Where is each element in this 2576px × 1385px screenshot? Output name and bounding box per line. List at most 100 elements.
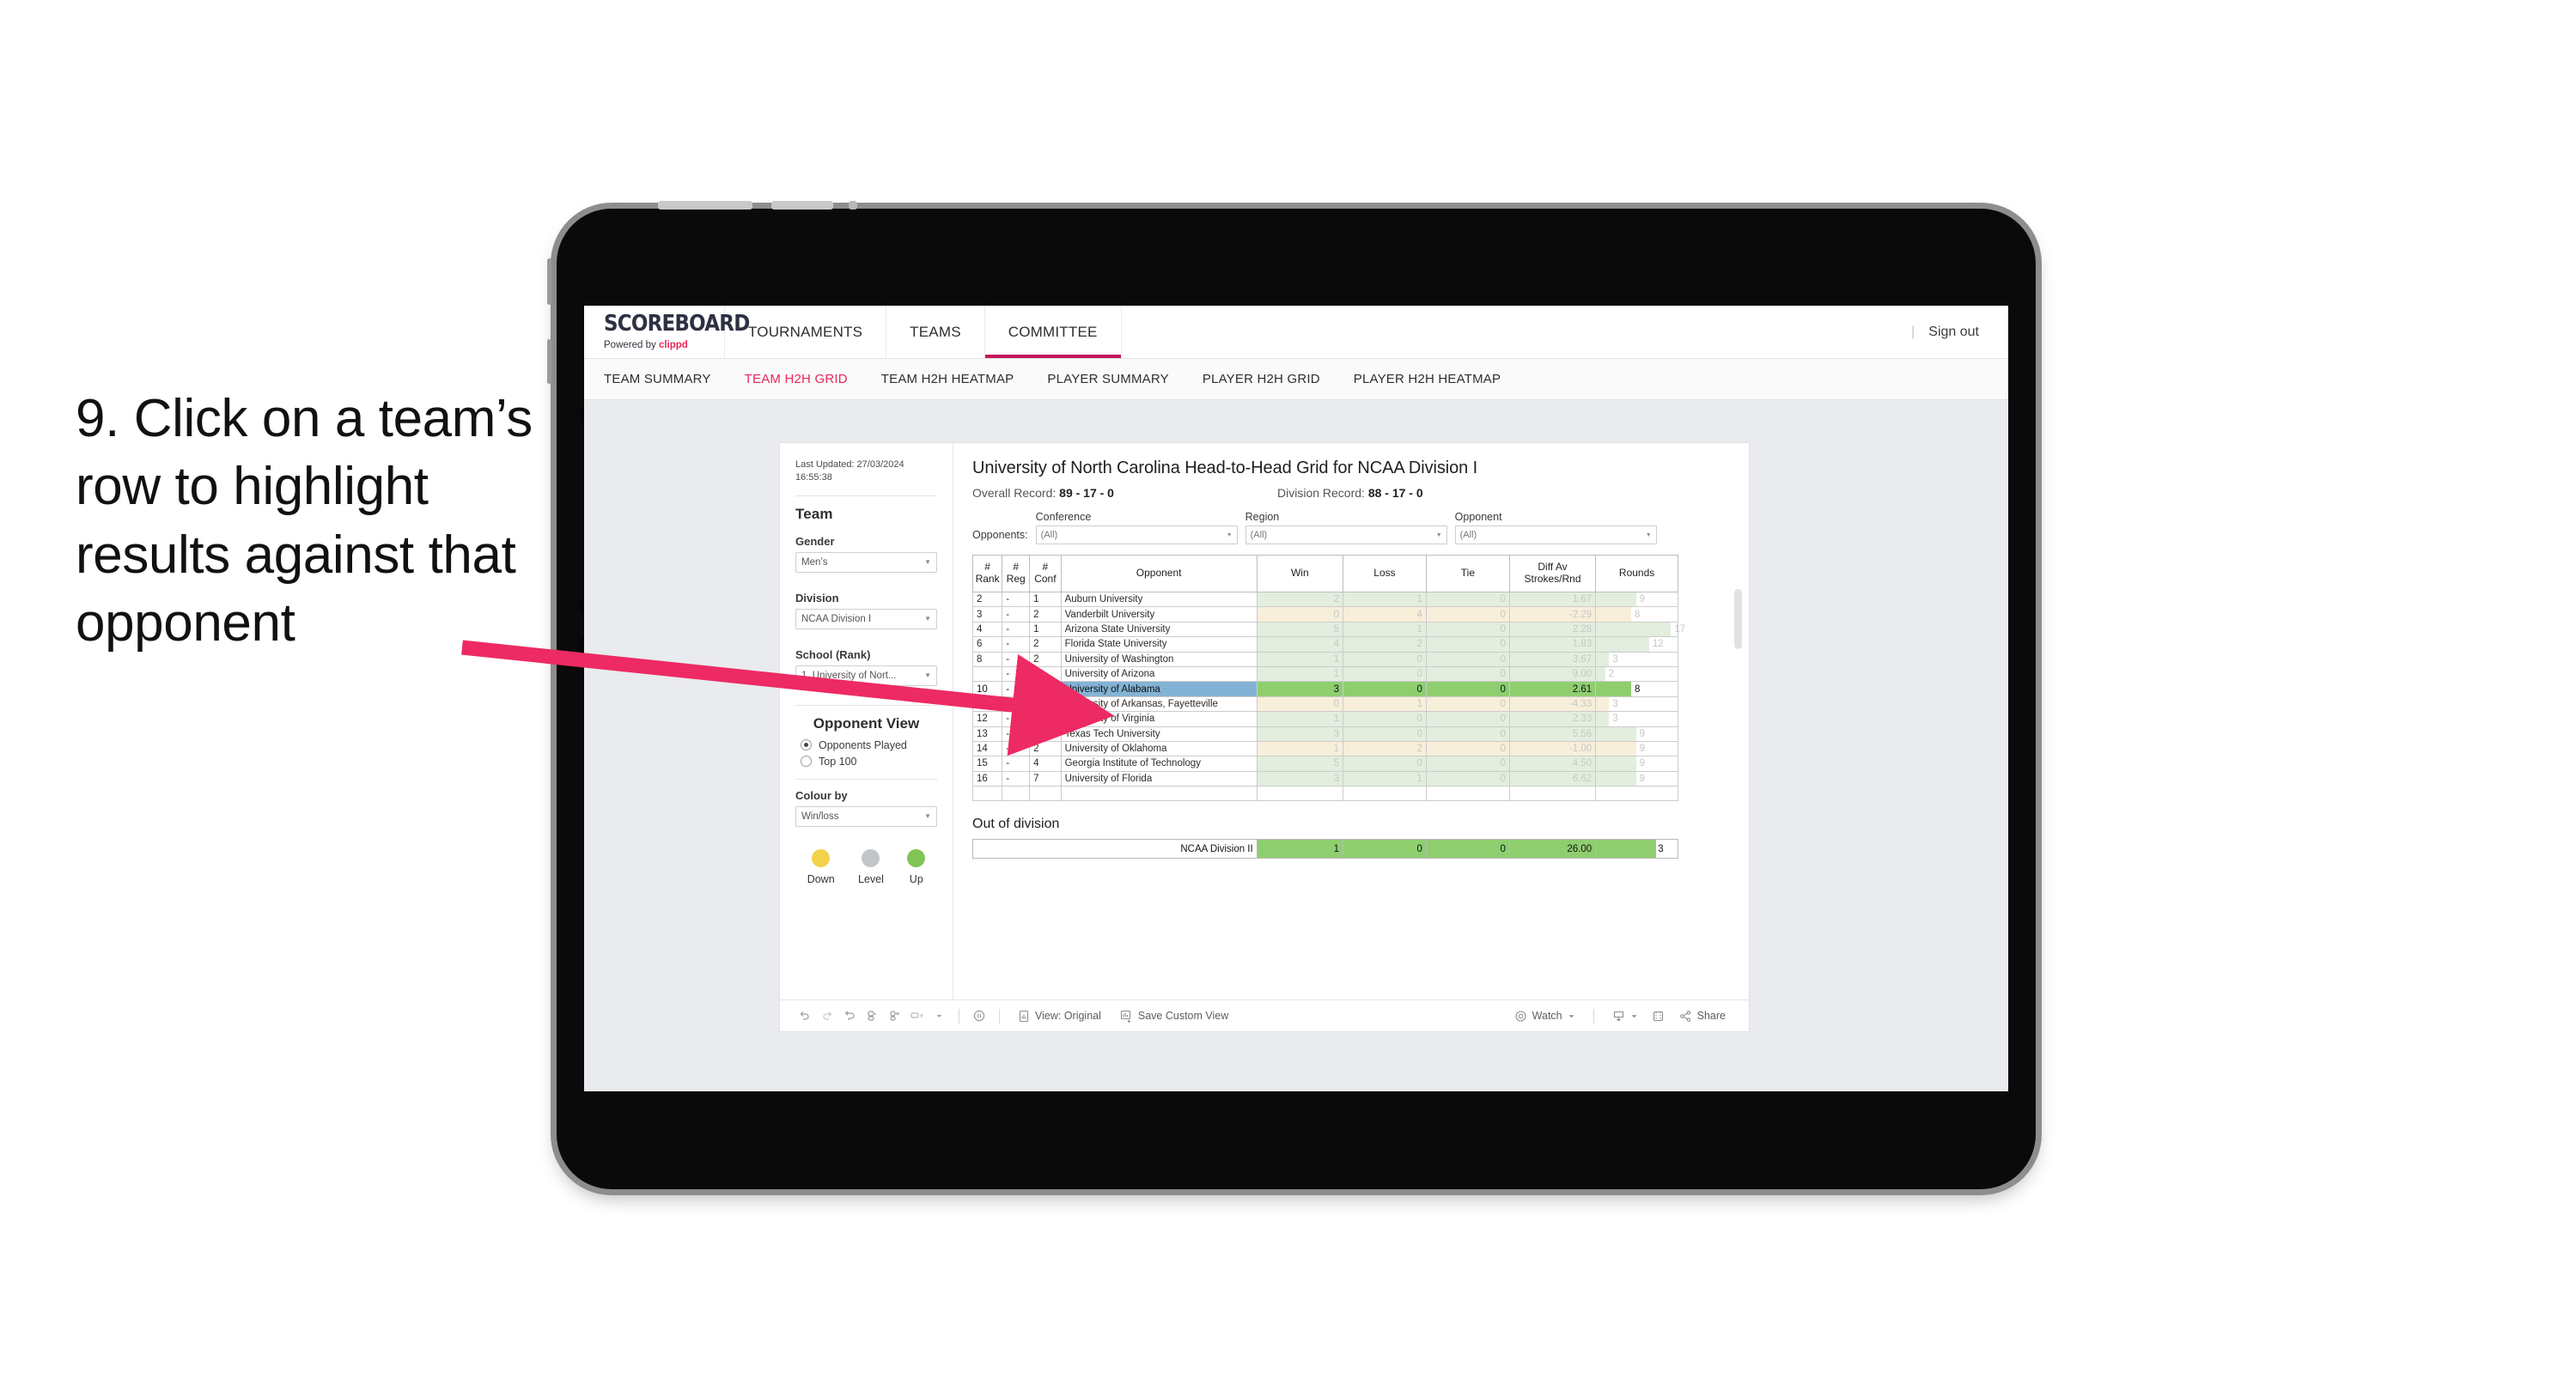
conference-select[interactable]: (All) ▼ [1035,525,1238,544]
watch-label: Watch [1532,1010,1562,1022]
share-icon [1679,1010,1690,1022]
table-row[interactable]: 2-1 Auburn University 2 1 0 1.67 9 [971,591,1678,608]
cell-win: 4 [1256,636,1344,653]
col-rank-header: # Rank [971,555,1003,592]
rounds-value: 12 [1652,639,1664,650]
opponent-select[interactable]: (All) ▼ [1454,525,1657,544]
table-row[interactable]: 11-6 University of Arkansas, Fayetteville… [971,696,1678,713]
cell-loss: 0 [1343,665,1427,683]
pause-playback-icon[interactable] [968,1005,990,1027]
table-row[interactable]: 6-2 Florida State University 4 2 0 1.83 12 [971,636,1678,653]
cell-reg: - [1002,606,1031,623]
revert-icon[interactable] [838,1005,861,1027]
volume-down-button[interactable] [547,339,551,384]
legend-swatch-up [907,848,926,867]
nav-tournaments[interactable]: TOURNAMENTS [725,306,887,358]
tab-team-h2h-heatmap[interactable]: TEAM H2H HEATMAP [881,372,1037,386]
cell-win: 5 [1256,756,1344,772]
cell-loss: 1 [1343,770,1427,787]
cell-rounds: 9 [1595,740,1678,757]
tab-player-h2h-heatmap[interactable]: PLAYER H2H HEATMAP [1354,372,1523,386]
cell-tie: 0 [1425,696,1510,713]
sign-out-link[interactable]: Sign out [1928,325,1979,340]
cell-diff: 3.67 [1508,651,1597,667]
tab-player-h2h-grid[interactable]: PLAYER H2H GRID [1203,372,1343,386]
empty-cell [971,786,1003,802]
filter-panel: Last Updated: 27/03/2024 16:55:38 Team G… [780,443,953,999]
table-row[interactable]: 10-5 University of Alabama 3 0 0 2.61 8 [971,681,1678,697]
table-row[interactable]: NCAA Division II 1 0 0 26.00 3 [972,839,1678,860]
pause-icon[interactable] [883,1005,905,1027]
fullscreen-icon[interactable] [1647,1005,1670,1027]
brand-logo[interactable]: SCOREBOARD Powered by clippd [584,306,750,358]
refresh-icon[interactable] [861,1005,883,1027]
chevron-down-icon: ▼ [924,812,931,821]
redo-icon[interactable] [816,1005,838,1027]
rounds-bar [1596,607,1631,622]
view-original-button[interactable]: View: Original [1008,1010,1111,1023]
cell-opponent: University of Washington [1060,651,1258,667]
cell-win: 1 [1256,711,1344,727]
cell-diff: 1.83 [1508,636,1597,653]
cell-win: 0 [1256,696,1344,713]
volume-up-button[interactable] [547,258,551,305]
tab-team-summary[interactable]: TEAM SUMMARY [604,372,734,386]
table-row[interactable]: 13-1 Texas Tech University 3 0 0 5.56 9 [971,726,1678,742]
cell-rounds: 9 [1595,770,1678,787]
ood-win: 1 [1256,839,1344,860]
h2h-table: # Rank # Reg # Conf Opponent Win Loss Tie D… [971,555,1685,802]
region-select[interactable]: (All) ▼ [1245,525,1447,544]
table-row[interactable]: -3 University of Arizona 1 0 0 9.00 2 [971,665,1678,683]
division-select[interactable]: NCAA Division I ▼ [795,608,937,629]
rounds-bar [1596,712,1610,726]
brand-name: SCOREBOARD [604,310,750,336]
chevron-down-icon [1631,1014,1637,1017]
cell-conf: 2 [1029,740,1062,757]
dashboard-container: Last Updated: 27/03/2024 16:55:38 Team G… [780,443,1749,1031]
colour-by-select[interactable]: Win/loss ▼ [795,805,937,827]
table-row[interactable]: 4-1 Arizona State University 5 1 0 2.28 17 [971,621,1685,638]
cell-diff: -2.29 [1508,606,1597,623]
table-row[interactable]: 16-7 University of Florida 3 1 0 6.62 9 [971,770,1678,787]
cell-rounds: 9 [1595,726,1678,742]
nav-teams[interactable]: TEAMS [886,306,985,358]
rounds-bar [1596,666,1605,682]
chevron-down-icon[interactable] [928,1005,950,1027]
save-custom-view-button[interactable]: Save Custom View [1111,1010,1238,1023]
table-row[interactable]: 3-2 Vanderbilt University 0 4 0 -2.29 8 [971,606,1678,623]
rounds-bar [1596,696,1610,712]
share-view-icon[interactable] [905,1005,928,1027]
cell-win: 3 [1256,726,1344,742]
vertical-scrollbar[interactable] [1734,589,1742,649]
undo-icon[interactable] [794,1005,816,1027]
cell-rounds: 3 [1595,651,1678,667]
table-row[interactable]: 14-2 University of Oklahoma 1 2 0 -1.00 9 [971,740,1678,757]
radio-opponents-played[interactable]: Opponents Played [801,739,937,751]
rounds-value: 3 [1612,698,1618,709]
rounds-value: 9 [1639,758,1646,769]
conference-value: (All) [1040,530,1058,540]
radio-top-100[interactable]: Top 100 [801,756,937,768]
radio-label: Opponents Played [819,738,907,751]
cell-rounds: 3 [1595,696,1678,713]
table-row[interactable]: 12-3 University of Virginia 1 0 0 2.33 3 [971,711,1678,727]
watch-button[interactable]: Watch [1505,1010,1585,1023]
cell-opponent: Texas Tech University [1060,726,1258,742]
legend-item-down: Down [807,848,835,885]
table-row[interactable]: 15-4 Georgia Institute of Technology 5 0 0 4.… [971,756,1678,772]
opponent-caption: Opponent [1454,511,1502,523]
tab-team-h2h-grid[interactable]: TEAM H2H GRID [745,372,870,386]
ood-loss: 0 [1343,839,1427,860]
table-row[interactable]: 8-2 University of Washington 1 0 0 3.67 3 [971,651,1678,667]
gender-select[interactable]: Men’s ▼ [795,551,937,573]
rounds-bar [1596,682,1631,696]
save-custom-view-label: Save Custom View [1137,1010,1229,1022]
cell-tie: 0 [1425,681,1510,697]
nav-committee[interactable]: COMMITTEE [984,306,1122,358]
download-button[interactable] [1603,1010,1647,1023]
region-caption: Region [1245,511,1280,523]
share-button[interactable]: Share [1670,1010,1735,1023]
sign-out-area[interactable]: | Sign out [1911,306,2008,358]
school-select[interactable]: 1. University of Nort... ▼ [795,665,937,686]
tab-player-summary[interactable]: PLAYER SUMMARY [1047,372,1191,386]
